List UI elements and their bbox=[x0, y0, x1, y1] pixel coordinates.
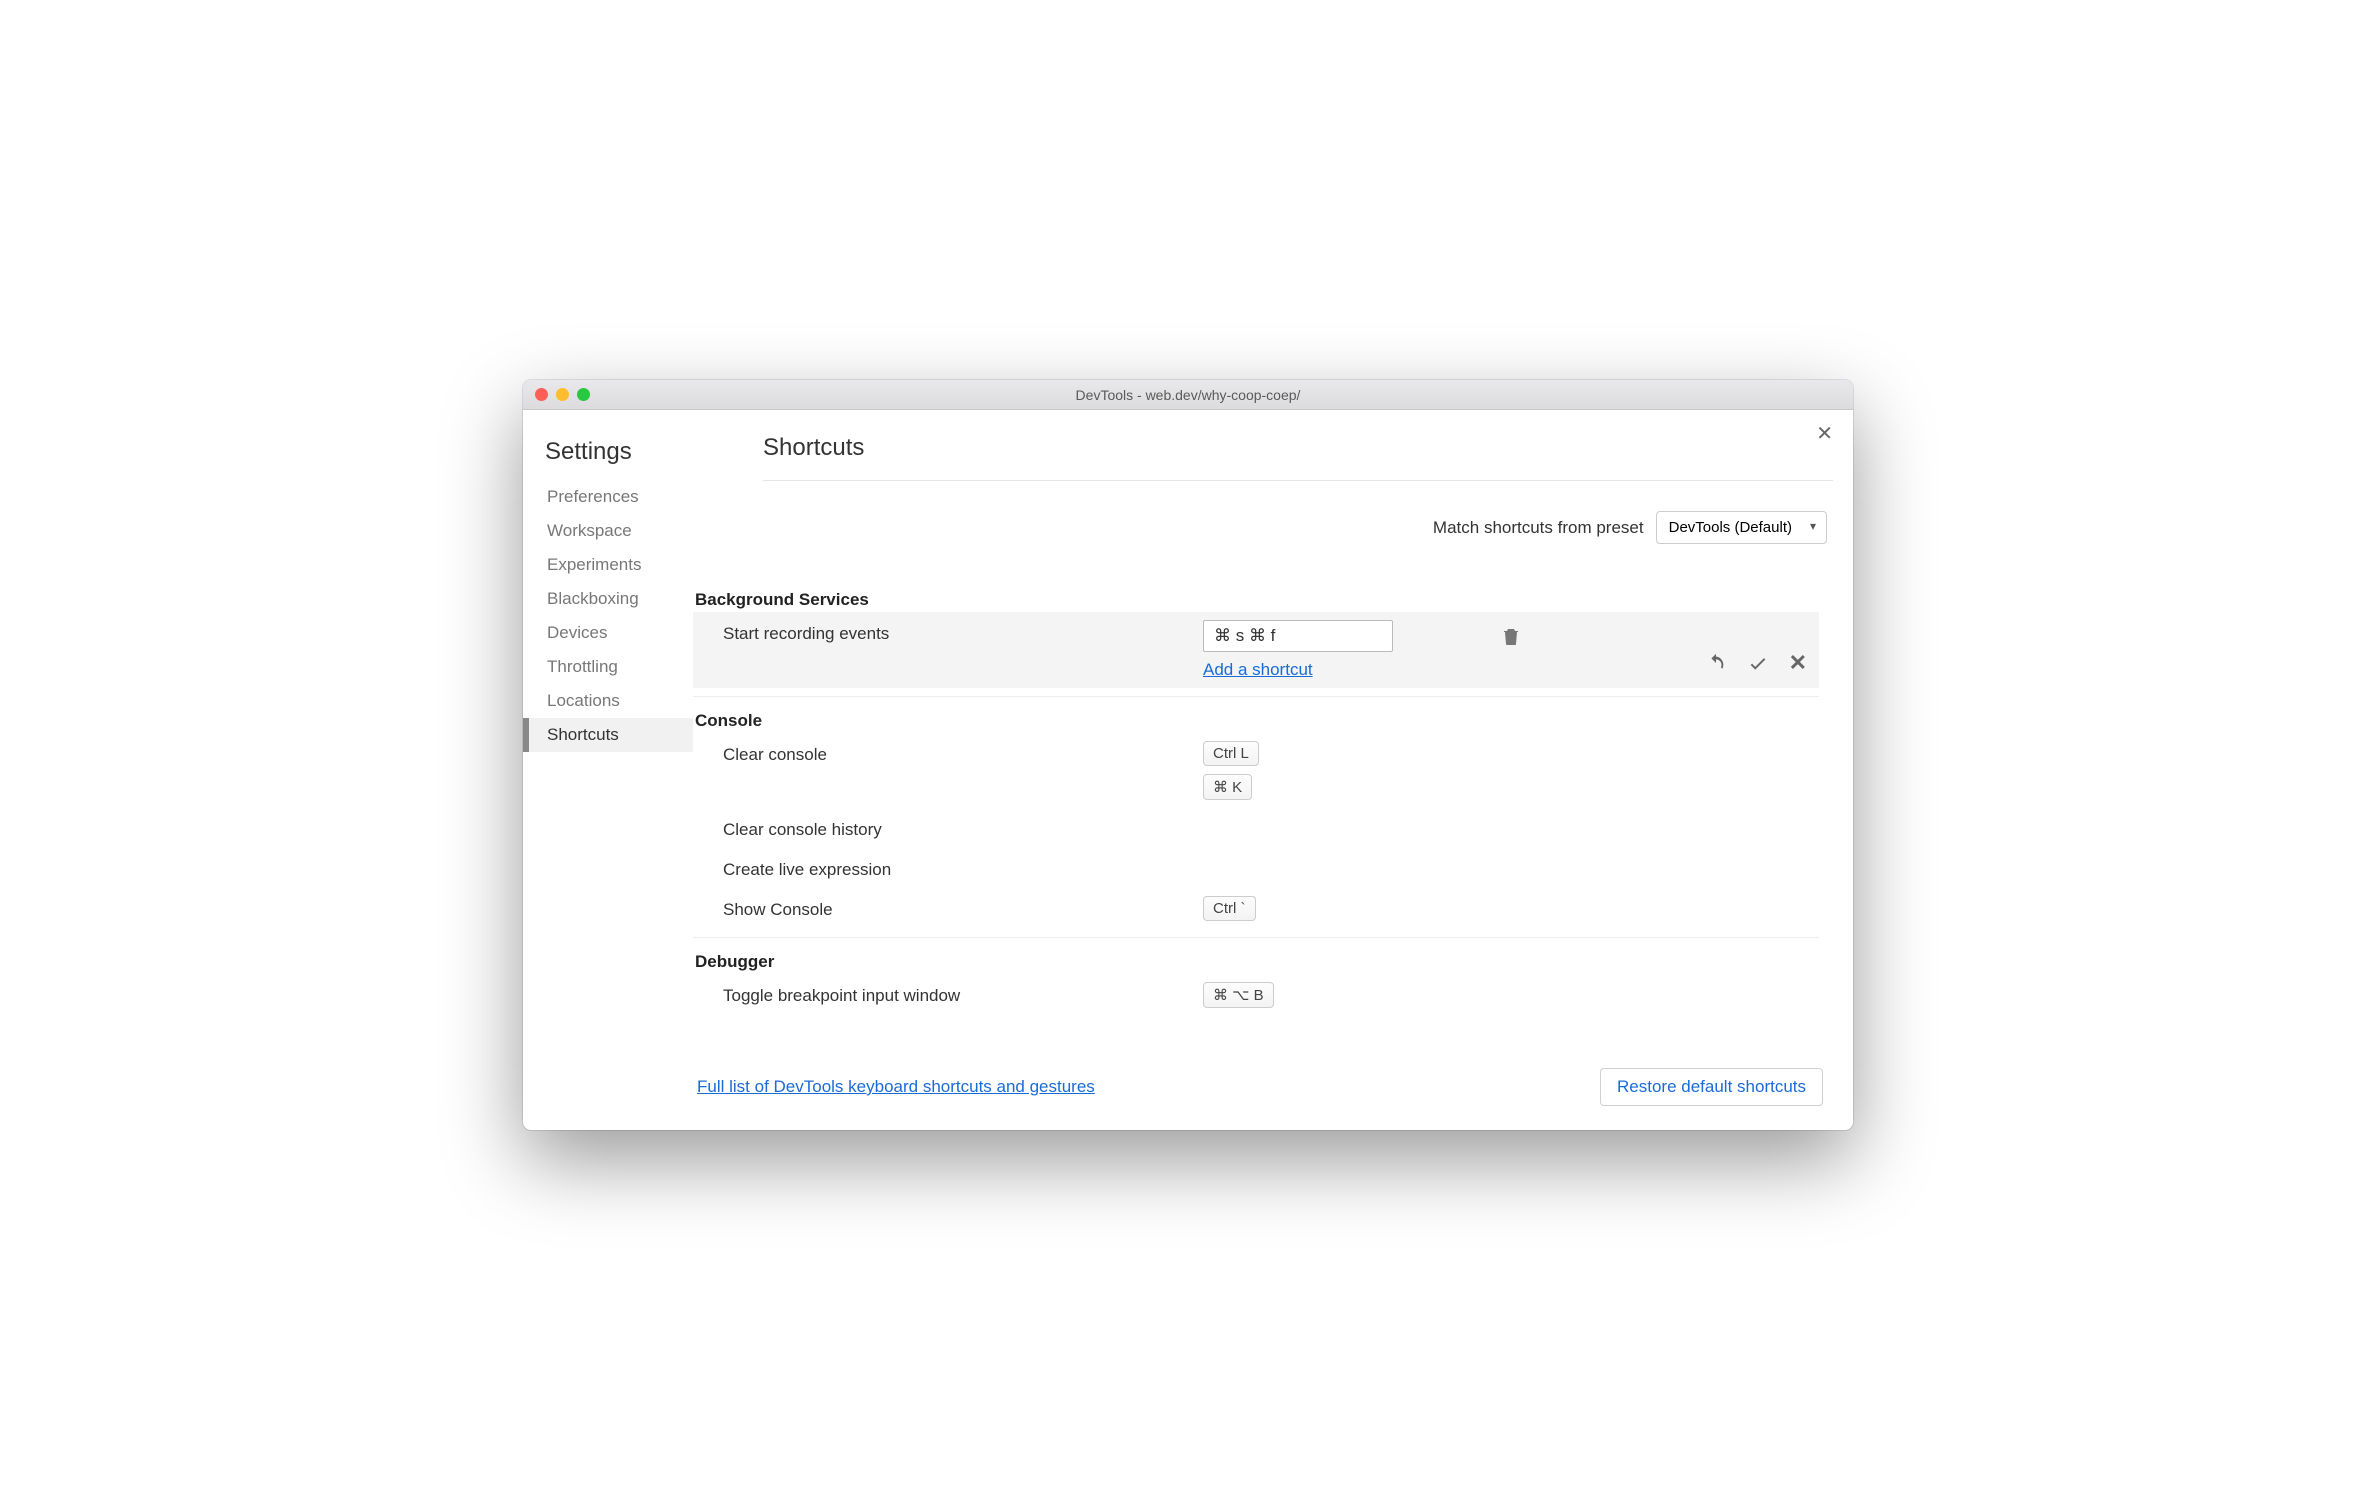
app-window: DevTools - web.dev/why-coop-coep/ ✕ Sett… bbox=[523, 380, 1853, 1130]
category-separator bbox=[693, 937, 1819, 938]
shortcut-row: Start recording events⌘ s ⌘ f Add a short… bbox=[693, 612, 1819, 688]
sidebar-item-preferences[interactable]: Preferences bbox=[543, 480, 693, 514]
shortcut-keys: Ctrl ` bbox=[1203, 896, 1503, 921]
shortcut-row: Create live expression bbox=[693, 848, 1819, 888]
confirm-icon[interactable] bbox=[1747, 652, 1769, 674]
category-separator bbox=[693, 696, 1819, 697]
key-badge: Ctrl ` bbox=[1203, 896, 1256, 921]
shortcut-keys: ⌘ s ⌘ f Add a shortcut bbox=[1203, 620, 1503, 680]
sidebar-item-workspace[interactable]: Workspace bbox=[543, 514, 693, 548]
zoom-window-icon[interactable] bbox=[577, 388, 590, 401]
sidebar-item-experiments[interactable]: Experiments bbox=[543, 548, 693, 582]
row-actions bbox=[1503, 741, 1807, 743]
preset-select[interactable]: DevTools (Default) bbox=[1656, 511, 1827, 544]
row-actions bbox=[1503, 856, 1807, 858]
window-title: DevTools - web.dev/why-coop-coep/ bbox=[523, 387, 1853, 403]
row-actions: ✕ bbox=[1503, 620, 1807, 676]
window-controls bbox=[535, 388, 590, 401]
sidebar-item-devices[interactable]: Devices bbox=[543, 616, 693, 650]
preset-label: Match shortcuts from preset bbox=[1433, 518, 1644, 538]
full-list-link[interactable]: Full list of DevTools keyboard shortcuts… bbox=[697, 1077, 1095, 1097]
sidebar-item-throttling[interactable]: Throttling bbox=[543, 650, 693, 684]
page-title: Shortcuts bbox=[763, 434, 1833, 481]
row-actions bbox=[1503, 982, 1807, 984]
preset-row: Match shortcuts from preset DevTools (De… bbox=[693, 511, 1833, 544]
minimize-window-icon[interactable] bbox=[556, 388, 569, 401]
key-badge: ⌘ K bbox=[1203, 774, 1252, 800]
add-shortcut-link[interactable]: Add a shortcut bbox=[1203, 660, 1313, 680]
restore-defaults-button[interactable]: Restore default shortcuts bbox=[1600, 1068, 1823, 1106]
shortcut-keys: Ctrl L ⌘ K bbox=[1203, 741, 1503, 800]
sidebar-title: Settings bbox=[545, 438, 693, 466]
preset-value: DevTools (Default) bbox=[1669, 519, 1792, 536]
row-actions bbox=[1503, 816, 1807, 818]
shortcut-row: Clear consoleCtrl L ⌘ K bbox=[693, 733, 1819, 808]
key-badge: Ctrl L bbox=[1203, 741, 1259, 766]
sidebar-item-shortcuts[interactable]: Shortcuts bbox=[523, 718, 693, 752]
trash-icon[interactable] bbox=[1503, 627, 1519, 650]
shortcut-label: Clear console history bbox=[723, 816, 1203, 840]
sidebar-item-locations[interactable]: Locations bbox=[543, 684, 693, 718]
shortcut-row: Clear console history bbox=[693, 808, 1819, 848]
key-badge: ⌘ ⌥ B bbox=[1203, 982, 1274, 1008]
sidebar: Settings PreferencesWorkspaceExperiments… bbox=[523, 410, 693, 1130]
close-window-icon[interactable] bbox=[535, 388, 548, 401]
category-header: Background Services bbox=[695, 590, 1819, 610]
shortcuts-scroll[interactable]: Background ServicesStart recording event… bbox=[693, 580, 1833, 1056]
row-actions bbox=[1503, 896, 1807, 898]
content-area: ✕ Settings PreferencesWorkspaceExperimen… bbox=[523, 410, 1853, 1130]
shortcut-label: Show Console bbox=[723, 896, 1203, 920]
shortcut-input[interactable]: ⌘ s ⌘ f bbox=[1203, 620, 1393, 652]
shortcut-keys: ⌘ ⌥ B bbox=[1203, 982, 1503, 1008]
footer: Full list of DevTools keyboard shortcuts… bbox=[693, 1056, 1833, 1120]
shortcut-label: Clear console bbox=[723, 741, 1203, 765]
sidebar-item-blackboxing[interactable]: Blackboxing bbox=[543, 582, 693, 616]
edit-actions: ✕ bbox=[1705, 650, 1807, 676]
shortcut-label: Start recording events bbox=[723, 620, 1203, 644]
category-header: Console bbox=[695, 711, 1819, 731]
shortcut-label: Create live expression bbox=[723, 856, 1203, 880]
main-panel: Shortcuts Match shortcuts from preset De… bbox=[693, 410, 1853, 1130]
cancel-icon[interactable]: ✕ bbox=[1789, 650, 1807, 676]
category-header: Debugger bbox=[695, 952, 1819, 972]
undo-icon[interactable] bbox=[1705, 652, 1727, 674]
shortcut-label: Toggle breakpoint input window bbox=[723, 982, 1203, 1006]
shortcut-row: Toggle breakpoint input window⌘ ⌥ B bbox=[693, 974, 1819, 1016]
shortcut-row: Show ConsoleCtrl ` bbox=[693, 888, 1819, 929]
titlebar: DevTools - web.dev/why-coop-coep/ bbox=[523, 380, 1853, 410]
